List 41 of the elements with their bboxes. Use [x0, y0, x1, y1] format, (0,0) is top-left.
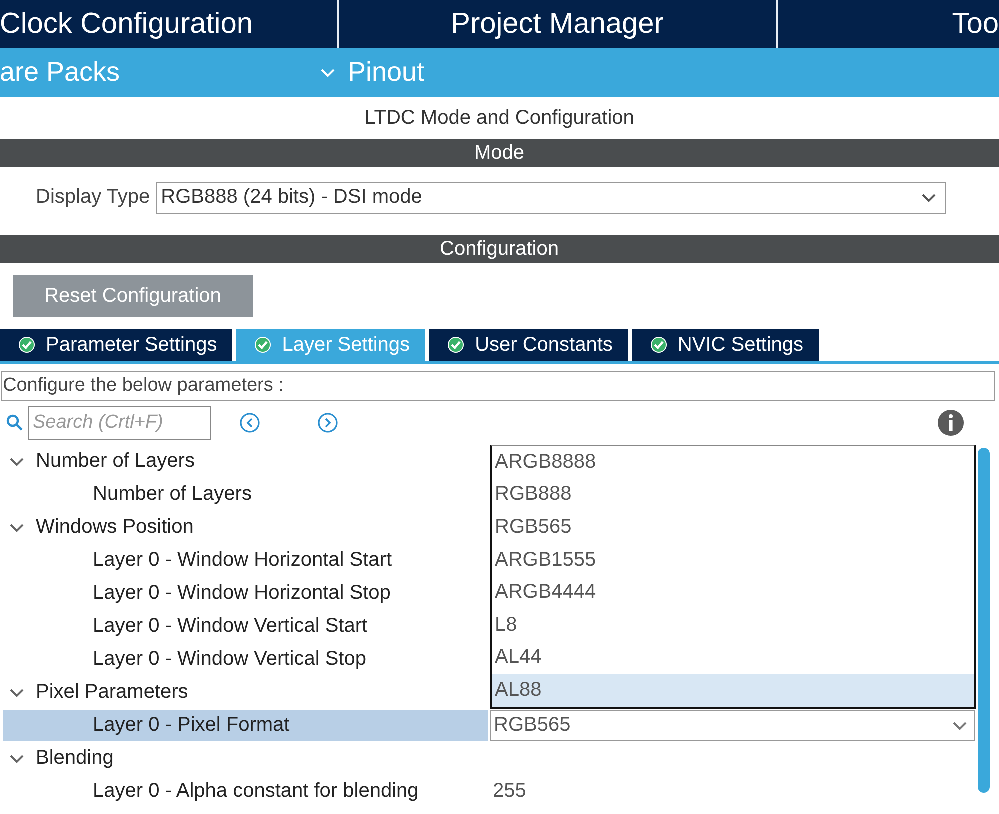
field-label: Display Type — [36, 186, 150, 209]
section-header: Configuration — [0, 235, 999, 263]
hint-text-box: Configure the below parameters : — [1, 371, 995, 401]
check-circle-icon — [18, 336, 36, 354]
section-header: Mode — [0, 139, 999, 167]
previous-icon — [239, 412, 261, 434]
check-circle-icon — [650, 336, 668, 354]
search-icon — [6, 414, 24, 432]
parameter-value: 255 — [493, 780, 526, 803]
settings-tab[interactable]: NVIC Settings — [632, 329, 819, 361]
dropdown-option[interactable]: RGB565 — [492, 511, 974, 544]
parameter-name[interactable]: Number of Layers — [3, 479, 488, 510]
tree-group-label[interactable]: Pixel Parameters — [36, 681, 188, 704]
scrollbar-thumb[interactable] — [978, 448, 990, 793]
dropdown-option[interactable]: L8 — [492, 608, 974, 642]
tree-group-label[interactable]: Number of Layers — [36, 450, 195, 473]
next-icon — [317, 412, 339, 434]
dropdown-option[interactable]: ARGB1555 — [492, 544, 974, 576]
check-circle-icon — [447, 336, 466, 354]
info-icon — [937, 409, 965, 437]
dropdown-option[interactable]: RGB888 — [492, 478, 974, 512]
pixel-format-select[interactable]: RGB565 — [490, 710, 975, 741]
settings-tab[interactable]: Parameter Settings — [0, 329, 232, 361]
settings-tab[interactable]: User Constants — [429, 329, 628, 361]
search-field[interactable]: Search (Crtl+F) — [28, 406, 211, 440]
parameter-name[interactable]: Layer 0 - Window Horizontal Stop — [3, 578, 488, 609]
tree-group-label[interactable]: Blending — [36, 747, 114, 770]
parameter-name[interactable]: Layer 0 - Pixel Format — [3, 710, 488, 741]
parameter-name[interactable]: Layer 0 - Window Vertical Stop — [3, 644, 488, 675]
dropdown-option[interactable]: ARGB8888 — [492, 446, 974, 479]
dropdown-option[interactable]: AL88 — [492, 674, 974, 707]
panel-title: LTDC Mode and Configuration — [364, 106, 636, 130]
top-tab[interactable]: Too — [778, 0, 999, 48]
parameter-name[interactable]: Layer 0 - Alpha constant for blending — [3, 776, 488, 807]
dropdown-option[interactable]: ARGB4444 — [492, 576, 974, 609]
parameter-name[interactable]: Layer 0 - Window Horizontal Start — [3, 545, 488, 576]
tree-group-label[interactable]: Windows Position — [36, 516, 194, 539]
check-circle-icon — [254, 336, 272, 354]
dropdown-option[interactable]: AL44 — [492, 642, 974, 674]
display-type-select[interactable]: RGB888 (24 bits) - DSI mode — [156, 182, 946, 214]
parameter-name[interactable]: Layer 0 - Window Vertical Start — [3, 611, 488, 642]
